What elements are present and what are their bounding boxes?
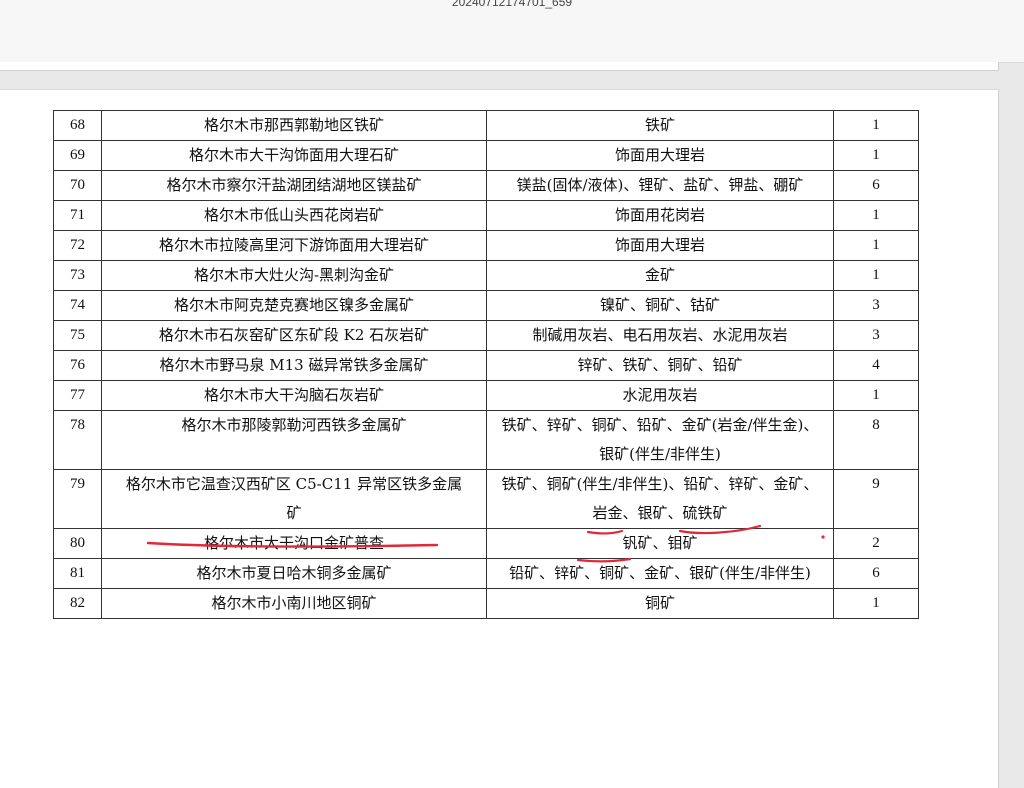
mineral-types: 铜矿	[486, 588, 834, 619]
mineral-count: 8	[833, 410, 919, 470]
mine-name: 格尔木市察尔汗盐湖团结湖地区镁盐矿	[101, 170, 487, 201]
mineral-count: 1	[833, 140, 919, 171]
mineral-types: 镍矿、铜矿、钴矿	[486, 290, 834, 321]
mine-name: 格尔木市大干沟口金矿普查	[101, 528, 487, 559]
mineral-types-line: 岩金、银矿、硫铁矿	[592, 504, 728, 522]
mineral-types: 钒矿、钼矿	[486, 528, 834, 559]
mineral-count: 2	[833, 528, 919, 559]
table-row: 80 格尔木市大干沟口金矿普查 钒矿、钼矿 2	[53, 528, 919, 559]
mine-name: 格尔木市大干沟脑石灰岩矿	[101, 380, 487, 411]
row-number: 76	[53, 350, 102, 381]
mineral-types: 饰面用花岗岩	[486, 200, 834, 231]
mineral-count: 4	[833, 350, 919, 381]
mineral-count: 3	[833, 290, 919, 321]
row-number: 70	[53, 170, 102, 201]
viewer-title-bar: 20240712174701_659	[0, 0, 1024, 63]
previous-page-edge	[0, 62, 999, 71]
mine-name: 格尔木市石灰窑矿区东矿段 K2 石灰岩矿	[101, 320, 487, 351]
mine-name: 格尔木市小南川地区铜矿	[101, 588, 487, 619]
table-row: 81 格尔木市夏日哈木铜多金属矿 铅矿、锌矿、铜矿、金矿、银矿(伴生/非伴生) …	[53, 558, 919, 589]
row-number: 74	[53, 290, 102, 321]
table-row: 78 格尔木市那陵郭勒河西铁多金属矿 铁矿、锌矿、铜矿、铅矿、金矿(岩金/伴生金…	[53, 410, 919, 470]
mineral-count: 6	[833, 170, 919, 201]
mineral-count: 1	[833, 380, 919, 411]
mineral-count: 1	[833, 110, 919, 141]
mineral-types: 铁矿、铜矿(伴生/非伴生)、铅矿、锌矿、金矿、 岩金、银矿、硫铁矿	[486, 469, 834, 529]
row-number: 68	[53, 110, 102, 141]
mineral-types: 铁矿、锌矿、铜矿、铅矿、金矿(岩金/伴生金)、 银矿(伴生/非伴生)	[486, 410, 834, 470]
mineral-count: 6	[833, 558, 919, 589]
table-row: 68 格尔木市那西郭勒地区铁矿 铁矿 1	[53, 110, 919, 141]
table-row: 72 格尔木市拉陵高里河下游饰面用大理岩矿 饰面用大理岩 1	[53, 230, 919, 261]
row-number: 79	[53, 469, 102, 529]
mineral-count: 1	[833, 230, 919, 261]
mine-name: 格尔木市低山头西花岗岩矿	[101, 200, 487, 231]
table-row: 76 格尔木市野马泉 M13 磁异常铁多金属矿 锌矿、铁矿、铜矿、铅矿 4	[53, 350, 919, 381]
row-number: 69	[53, 140, 102, 171]
row-number: 80	[53, 528, 102, 559]
row-number: 82	[53, 588, 102, 619]
mine-name: 格尔木市阿克楚克赛地区镍多金属矿	[101, 290, 487, 321]
mine-table: 68 格尔木市那西郭勒地区铁矿 铁矿 1 69 格尔木市大干沟饰面用大理石矿 饰…	[53, 110, 919, 619]
row-number: 71	[53, 200, 102, 231]
mineral-count: 1	[833, 200, 919, 231]
mine-name: 格尔木市野马泉 M13 磁异常铁多金属矿	[101, 350, 487, 381]
mine-name: 格尔木市夏日哈木铜多金属矿	[101, 558, 487, 589]
table-row: 77 格尔木市大干沟脑石灰岩矿 水泥用灰岩 1	[53, 380, 919, 411]
mineral-types: 锌矿、铁矿、铜矿、铅矿	[486, 350, 834, 381]
mineral-types-line: 铁矿、锌矿、铜矿、铅矿、金矿(岩金/伴生金)、	[501, 416, 819, 434]
mine-name: 格尔木市大干沟饰面用大理石矿	[101, 140, 487, 171]
mineral-types: 铁矿	[486, 110, 834, 141]
table-row: 75 格尔木市石灰窑矿区东矿段 K2 石灰岩矿 制碱用灰岩、电石用灰岩、水泥用灰…	[53, 320, 919, 351]
mine-name: 格尔木市它温查汉西矿区 C5-C11 异常区铁多金属 矿	[101, 469, 487, 529]
mineral-types-line: 银矿(伴生/非伴生)	[599, 445, 721, 463]
table-row: 73 格尔木市大灶火沟-黑刺沟金矿 金矿 1	[53, 260, 919, 291]
window-title: 20240712174701_659	[451, 0, 573, 9]
table-row: 70 格尔木市察尔汗盐湖团结湖地区镁盐矿 镁盐(固体/液体)、锂矿、盐矿、钾盐、…	[53, 170, 919, 201]
row-number: 77	[53, 380, 102, 411]
mine-name: 格尔木市拉陵高里河下游饰面用大理岩矿	[101, 230, 487, 261]
mine-name-line: 矿	[286, 504, 302, 522]
row-number: 78	[53, 410, 102, 470]
mineral-types: 水泥用灰岩	[486, 380, 834, 411]
mine-name: 格尔木市大灶火沟-黑刺沟金矿	[101, 260, 487, 291]
mineral-types: 铅矿、锌矿、铜矿、金矿、银矿(伴生/非伴生)	[486, 558, 834, 589]
mineral-types: 金矿	[486, 260, 834, 291]
row-number: 73	[53, 260, 102, 291]
mine-name-line: 格尔木市它温查汉西矿区 C5-C11 异常区铁多金属	[125, 475, 463, 493]
table-row: 69 格尔木市大干沟饰面用大理石矿 饰面用大理岩 1	[53, 140, 919, 171]
mine-name: 格尔木市那陵郭勒河西铁多金属矿	[101, 410, 487, 470]
mineral-count: 3	[833, 320, 919, 351]
mineral-types: 制碱用灰岩、电石用灰岩、水泥用灰岩	[486, 320, 834, 351]
mineral-count: 9	[833, 469, 919, 529]
mineral-types-line: 铁矿、铜矿(伴生/非伴生)、铅矿、锌矿、金矿、	[501, 475, 819, 493]
mineral-count: 1	[833, 588, 919, 619]
row-number: 75	[53, 320, 102, 351]
table-row: 82 格尔木市小南川地区铜矿 铜矿 1	[53, 588, 919, 619]
table-row: 79 格尔木市它温查汉西矿区 C5-C11 异常区铁多金属 矿 铁矿、铜矿(伴生…	[53, 469, 919, 529]
row-number: 72	[53, 230, 102, 261]
table-row: 71 格尔木市低山头西花岗岩矿 饰面用花岗岩 1	[53, 200, 919, 231]
table-row: 74 格尔木市阿克楚克赛地区镍多金属矿 镍矿、铜矿、钴矿 3	[53, 290, 919, 321]
mineral-count: 1	[833, 260, 919, 291]
mineral-types: 饰面用大理岩	[486, 140, 834, 171]
mineral-types: 饰面用大理岩	[486, 230, 834, 261]
row-number: 81	[53, 558, 102, 589]
mine-name: 格尔木市那西郭勒地区铁矿	[101, 110, 487, 141]
mineral-types: 镁盐(固体/液体)、锂矿、盐矿、钾盐、硼矿	[486, 170, 834, 201]
